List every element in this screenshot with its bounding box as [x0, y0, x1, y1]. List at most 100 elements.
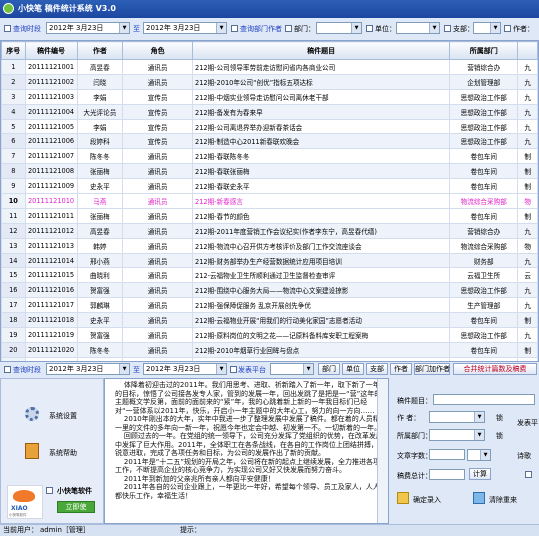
- dept-label: 部门：: [294, 25, 315, 33]
- date-to-picker[interactable]: 2012年 3月23日 ▼: [143, 22, 227, 34]
- fee-input[interactable]: [429, 469, 465, 480]
- confirm-button[interactable]: 确定录入: [413, 495, 441, 505]
- table-cell: 212期-新春感言: [191, 193, 451, 209]
- table-row[interactable]: 12 20111121012 高昱春 通讯员 212期-2011年度营销工作会议纪实(作…: [1, 222, 538, 239]
- lock-label: 锁: [496, 414, 503, 422]
- table-row[interactable]: 11 20111121011 张丽梅 通讯员 212期-春节的颜色 卷包车间制: [1, 207, 538, 224]
- unit-select[interactable]: ▼: [396, 22, 440, 34]
- table-cell: 通讯员: [122, 207, 193, 224]
- time-filter-checkbox[interactable]: [4, 25, 11, 32]
- manuscript-text[interactable]: 体降着初迎击过的2011年。我们用思考、进取、祈新踏入了新一年，取下新了一年的目…: [105, 379, 388, 500]
- chevron-down-icon: ▼: [480, 450, 490, 460]
- column-header[interactable]: [517, 41, 538, 60]
- date-from-picker[interactable]: 2012年 3月23日 ▼: [46, 22, 130, 34]
- brand-checkbox[interactable]: [46, 487, 53, 494]
- table-cell: 九: [517, 252, 538, 269]
- editor-scrollbar[interactable]: [377, 379, 388, 523]
- stats-unit-button[interactable]: 单位: [342, 363, 364, 375]
- calculate-button[interactable]: 计算: [469, 468, 491, 480]
- sidebar: 系统设置 系统帮助 XIAO 小快笔软件 小快笔软件 立即使: [0, 378, 104, 524]
- stats-date-to[interactable]: 2012年 3月23日 ▼: [143, 363, 227, 375]
- table-cell: 5: [1, 118, 26, 135]
- table-cell: 6: [1, 133, 26, 150]
- column-header[interactable]: 角色: [122, 41, 193, 60]
- table-cell: 10: [1, 193, 26, 209]
- filter-bar: 查询时段 2012年 3月23日 ▼ 至 2012年 3月23日 ▼ 查询部门作者 …: [0, 20, 539, 36]
- column-header[interactable]: 作者: [76, 41, 124, 60]
- chevron-down-icon: ▼: [216, 364, 226, 374]
- dept-checkbox[interactable]: [285, 25, 292, 32]
- column-header[interactable]: 序号: [1, 41, 26, 60]
- dept-entry-select[interactable]: ▼: [429, 429, 485, 441]
- table-row[interactable]: 1 20111121001 高昱春 通讯员 212期-公司领导率劳前走访慰问省内各商业公…: [1, 59, 538, 75]
- clear-button[interactable]: 清除重来: [489, 495, 517, 505]
- table-row[interactable]: 9 20111121009 史永平 通讯员 212期-春联史永平 卷包车间制: [1, 178, 538, 195]
- table-cell: 邢小燕: [76, 252, 124, 269]
- merge-stats-button[interactable]: 合并统计篇数及稿费: [453, 363, 537, 375]
- table-row[interactable]: 18 20111121018 史永平 通讯员 212期-云福物业开展“用我们的行动美化家…: [1, 312, 538, 329]
- column-header[interactable]: 所属部门: [449, 41, 519, 60]
- table-row[interactable]: 13 20111121013 韩婷 通讯员 212期-物流中心召开供方考核评价及部门工作…: [1, 237, 538, 254]
- chevron-down-icon: ▼: [119, 23, 129, 33]
- table-cell: 20111121005: [24, 118, 78, 135]
- table-row[interactable]: 10 20111121010 马燕 通讯员 212期-新春感言 物流综合采购部物: [1, 193, 538, 209]
- stats-branch-button[interactable]: 支部: [366, 363, 388, 375]
- table-row[interactable]: 4 20111121004 大光评论员 宣传员 212期-备发有为春来早 思想政治工作部九: [1, 103, 538, 120]
- stats-date-from[interactable]: 2012年 3月23日 ▼: [46, 363, 130, 375]
- stats-dept-author-button[interactable]: 部门加作者: [414, 363, 450, 375]
- title-input[interactable]: [433, 394, 535, 405]
- table-cell: 制: [517, 207, 538, 224]
- query-time-checkbox[interactable]: [4, 366, 11, 373]
- table-row[interactable]: 16 20111121016 贺富强 通讯员 212期-围绕中心服务大局——物流中心文案…: [1, 282, 538, 299]
- table-row[interactable]: 3 20111121003 李娟 宣传员 212期-中烟实业领导走访慰问公司离休老干部思…: [1, 88, 538, 105]
- table-cell: 制: [517, 148, 538, 165]
- word-count-label: 文章字数：: [397, 452, 432, 460]
- table-cell: 通讯员: [122, 297, 193, 314]
- column-header[interactable]: 稿件题目: [191, 41, 451, 60]
- table-cell: 20111121017: [24, 297, 78, 314]
- table-cell: 卷包车间: [449, 207, 519, 224]
- table-cell: 财务部: [449, 252, 519, 269]
- table-cell: 212期-强保障促服务 乱京开展创先争优: [191, 297, 451, 314]
- sidebar-help[interactable]: 系统帮助: [49, 448, 77, 458]
- table-row[interactable]: 5 20111121005 李娟 宣传员 212期-公司离退界举办迎新春茶话会 思想政治工…: [1, 118, 538, 135]
- sidebar-settings[interactable]: 系统设置: [49, 411, 77, 421]
- table-row[interactable]: 15 20111121015 曲晓利 通讯员 212-云福物业卫生所顺利通过卫生监督检查…: [1, 267, 538, 284]
- dept-select[interactable]: ▼: [316, 22, 362, 34]
- branch-select[interactable]: ▼: [473, 22, 501, 34]
- extra-checkbox[interactable]: [525, 471, 532, 478]
- platform-checkbox[interactable]: [230, 366, 237, 373]
- confirm-icon: [397, 492, 409, 504]
- table-row[interactable]: 2 20111121002 闫晓 通讯员 212期-2010年公司“创优”指标五项达标企…: [1, 73, 538, 90]
- stats-author-button[interactable]: 作者: [390, 363, 412, 375]
- table-row[interactable]: 8 20111121008 张丽梅 通讯员 212期-春联张丽梅 卷包车间制: [1, 163, 538, 180]
- title-label: 稿件题目：: [397, 397, 432, 405]
- table-cell: 通讯员: [122, 178, 193, 195]
- word-count-input[interactable]: [429, 449, 465, 460]
- table-cell: 通讯员: [122, 148, 193, 165]
- table-row[interactable]: 17 20111121017 郭麟琳 通讯员 212期-强保障促服务 乱京开展创先争优生…: [1, 297, 538, 314]
- manuscript-editor[interactable]: 体降着初迎击过的2011年。我们用思考、进取、祈新踏入了新一年，取下新了一年的目…: [104, 378, 389, 524]
- table-row[interactable]: 14 20111121014 邢小燕 通讯员 212期-财务部举办生产经营数据统计应用项…: [1, 252, 538, 269]
- platform-select[interactable]: ▼: [270, 363, 314, 375]
- table-row[interactable]: 19 20111121019 贺富强 通讯员 212期-原料岗位的文明之花——记原料备料…: [1, 327, 538, 343]
- gear-icon: [25, 407, 39, 421]
- table-row[interactable]: 7 20111121007 陈冬冬 通讯员 212期-春联陈冬冬 卷包车间制: [1, 148, 538, 165]
- stats-dept-button[interactable]: 部门: [318, 363, 340, 375]
- table-cell: 通讯员: [122, 59, 193, 75]
- author-checkbox[interactable]: [504, 25, 511, 32]
- table-row[interactable]: 6 20111121006 段婷科 宣传员 212期-制造中心2011新春联欢晚会 思想政…: [1, 133, 538, 150]
- table-cell: 20111121008: [24, 163, 78, 180]
- branch-checkbox[interactable]: [444, 25, 451, 32]
- table-cell: 物流综合采购部: [449, 237, 519, 254]
- table-cell: 20111121009: [24, 178, 78, 195]
- table-cell: 20111121002: [24, 73, 78, 90]
- word-count-select[interactable]: ▼: [467, 449, 491, 461]
- author-select[interactable]: ▼: [429, 411, 485, 423]
- unit-checkbox[interactable]: [366, 25, 373, 32]
- table-cell: 12: [1, 222, 26, 239]
- launch-button[interactable]: 立即使: [57, 501, 95, 513]
- table-row[interactable]: 20 20111121020 陈冬冬 通讯员 212期-2010年烟草行业回眸与盘点 卷包…: [1, 341, 538, 358]
- column-header[interactable]: 稿件编号: [24, 41, 78, 60]
- dept-author-checkbox[interactable]: [231, 25, 238, 32]
